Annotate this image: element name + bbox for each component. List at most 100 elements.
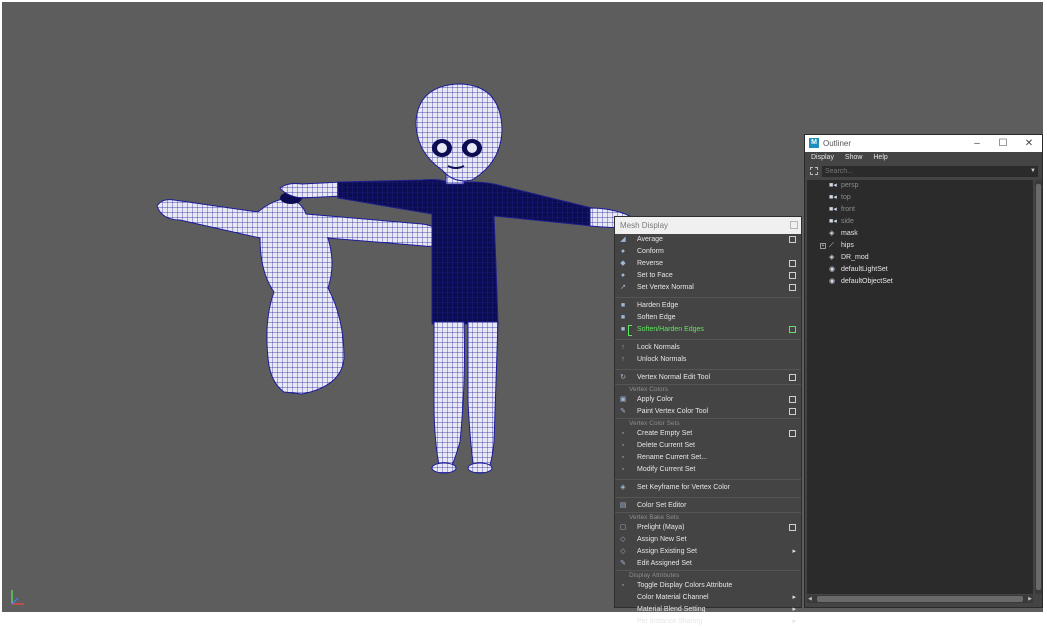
outliner-item-dr-mod[interactable]: ◈ DR_mod (807, 252, 1033, 264)
option-box-icon[interactable] (789, 260, 796, 267)
menu-title-bar[interactable]: Mesh Display (615, 217, 801, 234)
menu-item-label: Toggle Display Colors Attribute (637, 582, 733, 589)
maximize-icon[interactable]: ☐ (990, 135, 1016, 152)
option-box-icon[interactable] (789, 430, 796, 437)
outliner-item-defaultobjectset[interactable]: ◉ defaultObjectSet (807, 276, 1033, 288)
menu-item-label: Average (637, 236, 663, 243)
menu-title: Mesh Display (620, 221, 669, 230)
menu-item-toggle-display-colors-attribute[interactable]: ▫ Toggle Display Colors Attribute (615, 580, 801, 592)
menu-item-label: Vertex Normal Edit Tool (637, 374, 711, 381)
menu-item-rename-current-set[interactable]: ▫ Rename Current Set... (615, 452, 801, 464)
search-input[interactable] (822, 166, 1038, 177)
menu-section-header: Vertex Color Sets (615, 418, 801, 428)
set-to-face-icon: ● (620, 272, 626, 279)
outliner-item-top[interactable]: ■◂ top (807, 192, 1033, 204)
menu-item-delete-current-set[interactable]: ▫ Delete Current Set (615, 440, 801, 452)
reverse-normals-icon: ◆ (620, 260, 626, 267)
menu-item-set-to-face[interactable]: ● Set to Face (615, 270, 801, 282)
option-box-icon[interactable] (789, 236, 796, 243)
joint-icon: ⟋ (829, 242, 834, 249)
keyframe-icon: ◈ (620, 484, 626, 491)
menu-item-unlock-normals[interactable]: ↑ Unlock Normals (615, 354, 801, 366)
tear-off-icon[interactable] (790, 221, 798, 229)
menu-item-paint-vertex-color-tool[interactable]: ✎ Paint Vertex Color Tool (615, 406, 801, 418)
option-box-icon[interactable] (789, 408, 796, 415)
outliner-item-label: persp (841, 182, 859, 189)
outliner-title-bar[interactable]: M Outliner – ☐ ✕ (805, 135, 1042, 152)
outliner-title: Outliner (823, 139, 852, 148)
option-box-icon[interactable] (789, 272, 796, 279)
menu-item-label: Delete Current Set (637, 442, 695, 449)
menu-item-average[interactable]: ◢ Average (615, 234, 801, 246)
submenu-arrow-icon: ▸ (792, 606, 796, 613)
scroll-left-icon[interactable]: ◀ (808, 596, 812, 602)
menu-item-label: Edit Assigned Set (637, 560, 692, 567)
option-box-icon[interactable] (789, 524, 796, 531)
axis-gizmo-icon (11, 590, 24, 605)
outliner-search-bar: ▼ (805, 166, 1042, 177)
menu-item-set-keyframe-for-vertex-color[interactable]: ◈ Set Keyframe for Vertex Color (615, 482, 801, 494)
vertical-scrollbar[interactable] (1035, 180, 1042, 594)
menu-item-label: Prelight (Maya) (637, 524, 685, 531)
option-box-icon[interactable] (789, 326, 796, 333)
dress-mesh[interactable] (156, 192, 443, 395)
menu-item-color-set-editor[interactable]: ▤ Color Set Editor (615, 500, 801, 512)
menu-section-header: Vertex Colors (615, 384, 801, 394)
soften-harden-edges-icon: ■ (620, 326, 626, 333)
expand-icon[interactable]: + (820, 243, 826, 249)
outliner-item-persp[interactable]: ■◂ persp (807, 180, 1033, 192)
lock-normals-icon: ↑ (621, 344, 625, 351)
menu-item-prelight-maya[interactable]: ▢ Prelight (Maya) (615, 522, 801, 534)
menu-item-assign-new-set[interactable]: ◇ Assign New Set (615, 534, 801, 546)
menu-item-conform[interactable]: ● Conform (615, 246, 801, 258)
menu-item-material-blend-setting[interactable]: Material Blend Setting ▸ (615, 604, 801, 616)
menu-item-color-material-channel[interactable]: Color Material Channel ▸ (615, 592, 801, 604)
menu-item-lock-normals[interactable]: ↑ Lock Normals (615, 342, 801, 354)
transform-node-icon: ◈ (829, 254, 835, 261)
menu-item-label: Set Vertex Normal (637, 284, 694, 291)
menu-section-header: Display Attributes (615, 570, 801, 580)
menu-item-edit-assigned-set[interactable]: ✎ Edit Assigned Set (615, 558, 801, 570)
chevron-down-icon[interactable]: ▼ (1030, 168, 1036, 174)
menu-display[interactable]: Display (811, 154, 834, 161)
vertical-scroll-thumb[interactable] (1036, 184, 1041, 590)
filter-icon[interactable] (810, 167, 818, 175)
modify-set-icon: ▫ (621, 466, 625, 473)
menu-item-assign-existing-set[interactable]: ◇ Assign Existing Set ▸ (615, 546, 801, 558)
minimize-icon[interactable]: – (964, 135, 990, 152)
menu-item-reverse[interactable]: ◆ Reverse (615, 258, 801, 270)
conform-normals-icon: ● (620, 248, 626, 255)
option-box-icon[interactable] (789, 284, 796, 291)
option-box-icon[interactable] (789, 374, 796, 381)
menu-item-label: Harden Edge (637, 302, 679, 309)
horizontal-scrollbar[interactable]: ◀ ▶ (807, 595, 1033, 603)
menu-item-harden-edge[interactable]: ■ Harden Edge (615, 300, 801, 312)
menu-help[interactable]: Help (873, 154, 887, 161)
outliner-item-defaultlightset[interactable]: ◉ defaultLightSet (807, 264, 1033, 276)
horizontal-scroll-thumb[interactable] (817, 596, 1023, 602)
menu-item-label: Assign Existing Set (637, 548, 697, 555)
menu-item-modify-current-set[interactable]: ▫ Modify Current Set (615, 464, 801, 476)
menu-item-vertex-normal-edit-tool[interactable]: ↻ Vertex Normal Edit Tool (615, 372, 801, 384)
menu-item-label: Rename Current Set... (637, 454, 708, 461)
menu-item-create-empty-set[interactable]: ▫ Create Empty Set (615, 428, 801, 440)
set-icon: ◉ (829, 278, 836, 285)
option-box-icon[interactable] (789, 396, 796, 403)
outliner-item-label: top (841, 194, 851, 201)
menu-item-set-vertex-normal[interactable]: ↗ Set Vertex Normal (615, 282, 801, 294)
prelight-icon: ▢ (619, 524, 627, 531)
outliner-item-hips[interactable]: + ⟋ hips (807, 240, 1033, 252)
outliner-item-front[interactable]: ■◂ front (807, 204, 1033, 216)
menu-item-soften-harden-edges[interactable]: ■ Soften/Harden Edges (615, 324, 801, 336)
menu-item-per-instance-sharing[interactable]: Per Instance Sharing ▸ (615, 616, 801, 628)
toggle-display-colors-icon: ▫ (621, 582, 625, 589)
scroll-right-icon[interactable]: ▶ (1028, 596, 1032, 602)
menu-item-apply-color[interactable]: ▣ Apply Color (615, 394, 801, 406)
outliner-item-side[interactable]: ■◂ side (807, 216, 1033, 228)
outliner-item-mask[interactable]: ◈ mask (807, 228, 1033, 240)
menu-item-soften-edge[interactable]: ■ Soften Edge (615, 312, 801, 324)
character-mesh[interactable] (279, 83, 633, 474)
outliner-item-label: hips (841, 242, 854, 249)
menu-show[interactable]: Show (845, 154, 863, 161)
close-icon[interactable]: ✕ (1016, 135, 1042, 152)
